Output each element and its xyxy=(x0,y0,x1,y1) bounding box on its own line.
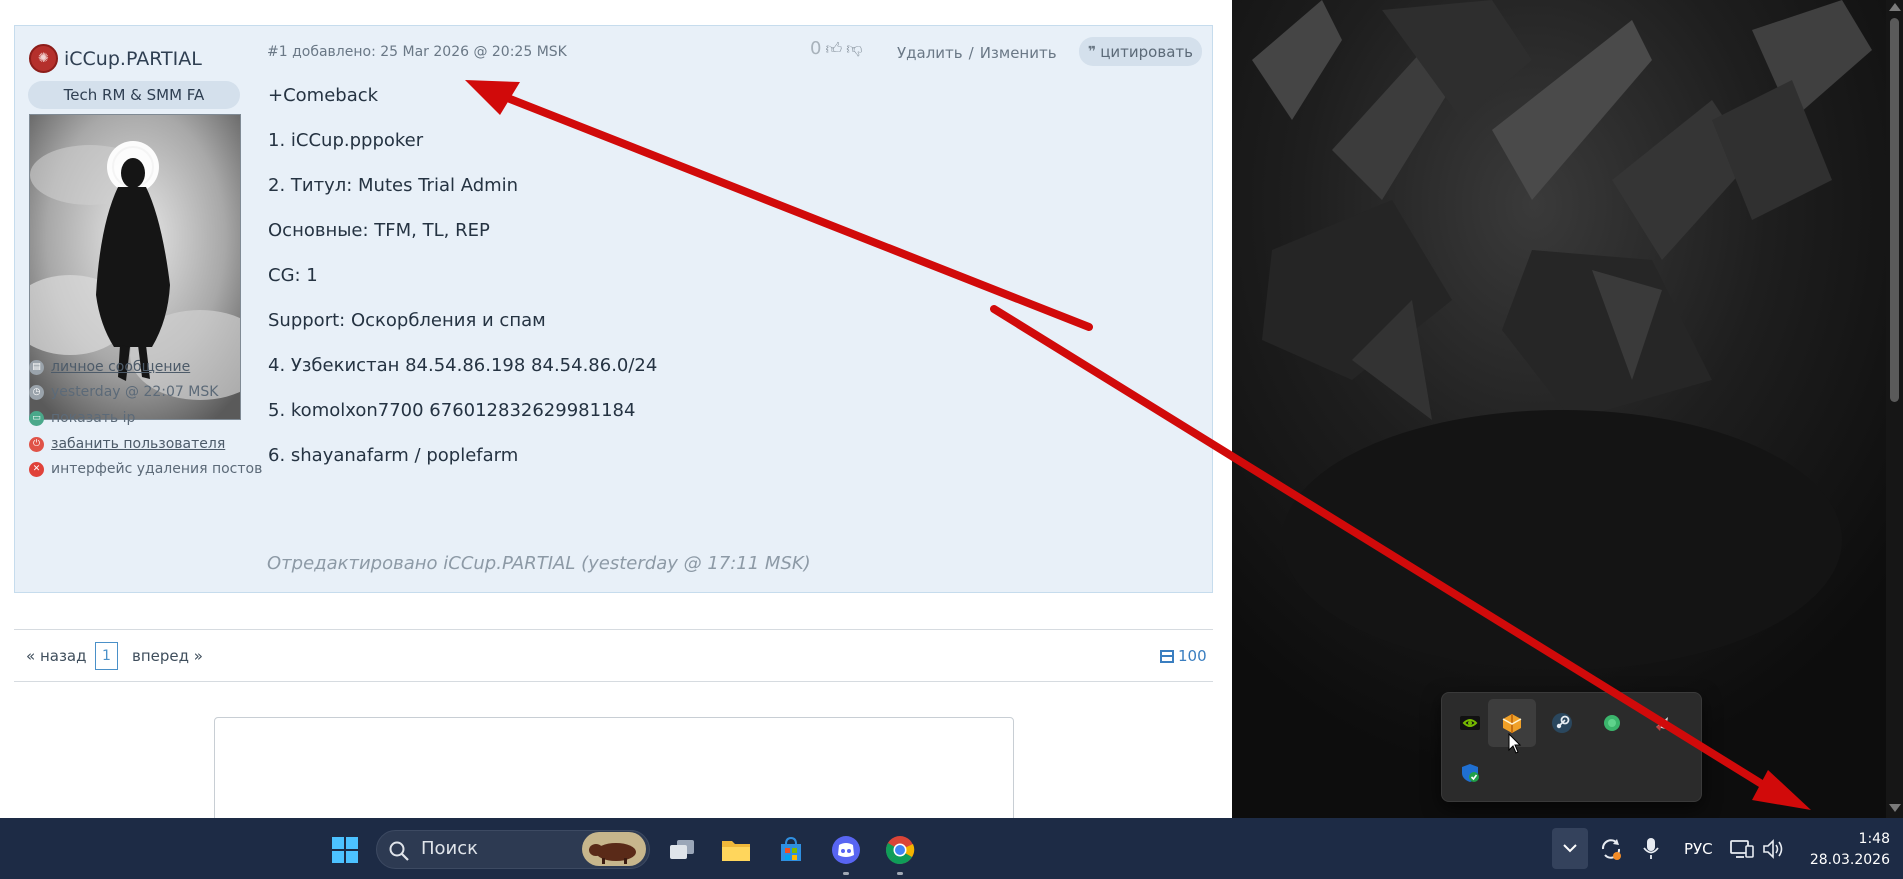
windows-start-icon[interactable] xyxy=(327,832,363,868)
running-indicator xyxy=(897,872,903,875)
post-line: +Comeback xyxy=(268,85,379,106)
vote-count: 0 xyxy=(810,38,822,59)
microphone-icon[interactable] xyxy=(1642,837,1660,861)
reply-editor[interactable] xyxy=(214,717,1014,818)
scrollbar[interactable] xyxy=(1886,0,1903,818)
actions-separator: / xyxy=(968,44,974,62)
file-explorer-icon[interactable] xyxy=(718,832,754,868)
app-icon[interactable] xyxy=(1638,699,1686,747)
clock-time: 1:48 xyxy=(1858,831,1890,847)
chrome-icon[interactable] xyxy=(882,832,918,868)
per-page-selector[interactable]: 100 xyxy=(1160,647,1207,665)
monitor-icon: ▭ xyxy=(29,410,44,426)
meta-show-ip[interactable]: ▭ показать ip xyxy=(29,410,269,426)
post-actions: Удалить / Изменить xyxy=(897,44,1057,62)
post-line: 5. komolxon7700 676012832629981184 xyxy=(268,400,636,421)
pagination: « назад 1 вперед » 100 xyxy=(14,629,1213,682)
scroll-down-arrow-icon[interactable] xyxy=(1889,804,1901,812)
forum-post: ✺ iCCup.PARTIAL Tech RM & SMM FA ▤ лично… xyxy=(14,25,1213,593)
message-icon: ▤ xyxy=(29,359,44,375)
delete-link[interactable]: Удалить xyxy=(897,44,963,62)
post-body: +Comeback 1. iCCup.pppoker 2. Титул: Mut… xyxy=(268,84,657,489)
steam-icon[interactable] xyxy=(1538,699,1586,747)
prev-page-link[interactable]: « назад xyxy=(26,647,86,665)
microsoft-store-icon[interactable] xyxy=(773,832,809,868)
scroll-thumb[interactable] xyxy=(1890,18,1899,402)
discord-icon[interactable] xyxy=(828,832,864,868)
meta-pm[interactable]: ▤ личное сообщение xyxy=(29,359,269,375)
post-header: #1 добавлено: 25 Mar 2026 @ 20:25 MSK xyxy=(267,44,567,60)
scroll-up-arrow-icon[interactable] xyxy=(1889,3,1901,11)
power-icon: ⏻ xyxy=(29,436,44,452)
clock-date: 28.03.2026 xyxy=(1809,852,1890,868)
search-highlight-image xyxy=(582,832,646,866)
task-view-icon[interactable] xyxy=(664,832,700,868)
post-author: ✺ iCCup.PARTIAL xyxy=(29,44,202,73)
post-line: 6. shayanafarm / poplefarm xyxy=(268,445,519,466)
chevron-down-icon xyxy=(1563,844,1577,853)
edit-link[interactable]: Изменить xyxy=(980,44,1057,62)
post-line: 2. Титул: Mutes Trial Admin xyxy=(268,175,519,196)
volume-icon[interactable] xyxy=(1762,838,1786,860)
green-circle-icon[interactable] xyxy=(1588,699,1636,747)
thumbs-up-icon[interactable]: 👍︎ xyxy=(825,39,842,59)
table-icon xyxy=(1160,649,1174,663)
clan-logo-icon: ✺ xyxy=(29,44,58,73)
close-icon: ✕ xyxy=(29,461,44,477)
thumbs-down-icon[interactable]: 👎︎ xyxy=(846,39,862,59)
page-number[interactable]: 1 xyxy=(95,642,118,670)
system-clock[interactable]: 1:48 28.03.2026 xyxy=(1798,829,1890,871)
meta-delete-ui[interactable]: ✕ интерфейс удаления постов xyxy=(29,461,269,477)
post-line: 1. iCCup.pppoker xyxy=(268,130,424,151)
vote-block: 0 👍︎ 👎︎ xyxy=(810,38,862,59)
edited-note: Отредактировано iCCup.PARTIAL (yesterday… xyxy=(267,553,811,574)
forum-page: ✺ iCCup.PARTIAL Tech RM & SMM FA ▤ лично… xyxy=(0,0,1232,818)
security-shield-icon[interactable] xyxy=(1446,749,1494,797)
network-icon[interactable] xyxy=(1730,838,1754,860)
author-rank-badge: Tech RM & SMM FA xyxy=(28,81,240,109)
mouse-cursor-icon xyxy=(1508,733,1522,754)
tray-overflow-flyout xyxy=(1441,692,1702,802)
meta-ban[interactable]: ⏻ забанить пользователя xyxy=(29,436,269,452)
next-page-link[interactable]: вперед » xyxy=(132,647,203,665)
quote-icon: ❞ xyxy=(1088,43,1097,60)
sync-icon[interactable] xyxy=(1599,837,1623,861)
clock-icon: ◷ xyxy=(29,384,44,400)
search-placeholder: Поиск xyxy=(421,838,479,859)
post-line: Support: Оскорбления и спам xyxy=(268,310,546,331)
meta-last-seen: ◷ yesterday @ 22:07 MSK xyxy=(29,384,269,400)
post-line: CG: 1 xyxy=(268,265,318,286)
author-name[interactable]: iCCup.PARTIAL xyxy=(64,48,202,70)
language-indicator[interactable]: РУС xyxy=(1684,840,1713,858)
post-line: 4. Узбекистан 84.54.86.198 84.54.86.0/24 xyxy=(268,355,658,376)
quote-button[interactable]: ❞ цитировать xyxy=(1079,37,1202,66)
nvidia-icon[interactable] xyxy=(1446,699,1494,747)
running-indicator xyxy=(843,872,849,875)
search-icon xyxy=(389,841,409,861)
post-line: Основные: TFM, TL, REP xyxy=(268,220,490,241)
